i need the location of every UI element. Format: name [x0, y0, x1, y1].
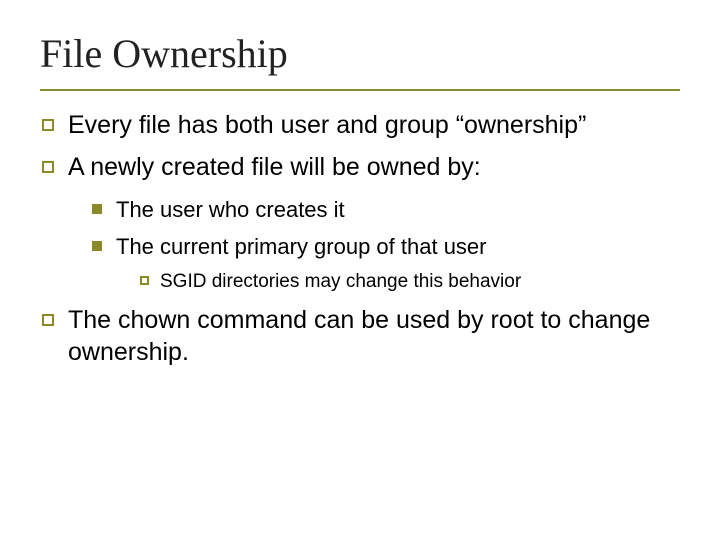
bullet-text: Every file has both user and group “owne… [68, 111, 586, 139]
slide: File Ownership Every file has both user … [0, 0, 720, 540]
list-item: The user who creates it [90, 195, 680, 224]
list-item: SGID directories may change this behavio… [138, 269, 680, 294]
bullet-text: A newly created file will be owned by: [68, 153, 481, 181]
list-item: The current primary group of that user S… [90, 232, 680, 294]
title-underline [40, 89, 680, 91]
list-item: A newly created file will be owned by: T… [40, 151, 680, 294]
bullet-list-lvl2: The user who creates it The current prim… [68, 195, 680, 294]
bullet-list-lvl1: Every file has both user and group “owne… [40, 109, 680, 368]
bullet-list-lvl3: SGID directories may change this behavio… [116, 269, 680, 294]
list-item: The chown command can be used by root to… [40, 304, 680, 368]
list-item: Every file has both user and group “owne… [40, 109, 680, 141]
bullet-text: The chown command can be used by root to… [68, 306, 650, 366]
bullet-text: SGID directories may change this behavio… [160, 271, 521, 292]
bullet-text: The current primary group of that user [116, 234, 487, 259]
slide-title: File Ownership [40, 30, 680, 85]
bullet-text: The user who creates it [116, 197, 345, 222]
